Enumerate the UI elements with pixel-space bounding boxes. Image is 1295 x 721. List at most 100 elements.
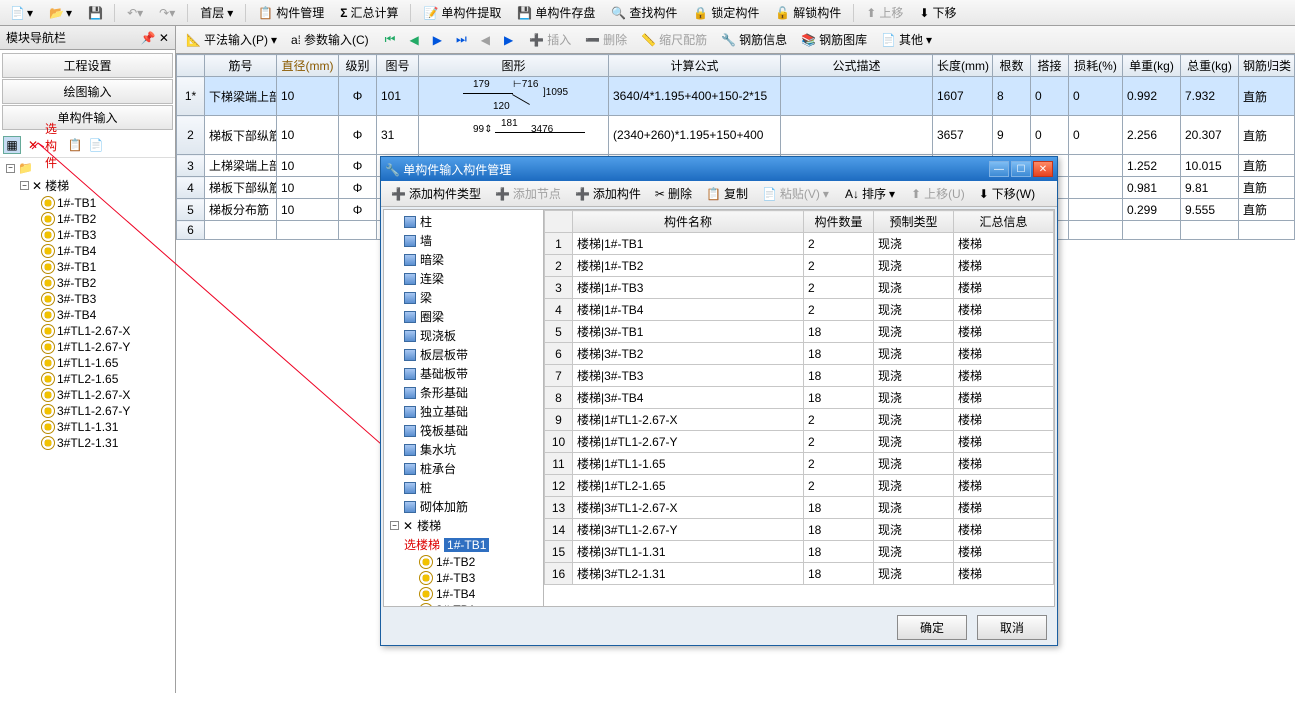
tree-item[interactable]: 3#TL1-1.31 bbox=[2, 419, 175, 435]
selected-tree-item[interactable]: 1#-TB1 bbox=[444, 538, 489, 552]
type-tree-item[interactable]: 梁 bbox=[386, 288, 541, 307]
type-tree-item[interactable]: 1#-TB3 bbox=[386, 570, 541, 586]
column-header[interactable]: 筋号 bbox=[205, 55, 277, 77]
dialog-type-tree[interactable]: 柱墙暗梁连梁梁圈梁现浇板板层板带基础板带条形基础独立基础筏板基础集水坑桩承台桩砌… bbox=[384, 210, 544, 606]
floor-selector[interactable]: 首层 ▾ bbox=[194, 2, 239, 23]
tree-item[interactable]: 1#-TB4 bbox=[2, 243, 175, 259]
collapse-icon[interactable]: − bbox=[6, 164, 15, 173]
type-tree-item[interactable]: 集水坑 bbox=[386, 440, 541, 459]
tree-item[interactable]: 1#TL2-1.65 bbox=[2, 371, 175, 387]
dialog-grid-row[interactable]: 4楼梯|1#-TB42现浇楼梯 bbox=[545, 299, 1054, 321]
type-tree-item[interactable]: 砌体加筋 bbox=[386, 497, 541, 516]
dialog-grid-row[interactable]: 16楼梯|3#TL2-1.3118现浇楼梯 bbox=[545, 563, 1054, 585]
ok-button[interactable]: 确定 bbox=[897, 615, 967, 640]
column-header[interactable]: 直径(mm) bbox=[277, 55, 339, 77]
nav-prev2[interactable]: ◀ bbox=[475, 31, 496, 49]
column-header[interactable]: 搭接 bbox=[1031, 55, 1069, 77]
type-tree-item[interactable]: 暗梁 bbox=[386, 250, 541, 269]
dialog-grid-row[interactable]: 11楼梯|1#TL1-1.652现浇楼梯 bbox=[545, 453, 1054, 475]
type-tree-item[interactable]: 现浇板 bbox=[386, 326, 541, 345]
dialog-grid-row[interactable]: 13楼梯|3#TL1-2.67-X18现浇楼梯 bbox=[545, 497, 1054, 519]
dialog-grid-row[interactable]: 7楼梯|3#-TB318现浇楼梯 bbox=[545, 365, 1054, 387]
grid-row[interactable]: 1*下梯梁端上部纵筋10Φ101⊢716179120]10953640/4*1.… bbox=[177, 77, 1295, 116]
tree-item[interactable]: 1#-TB2 bbox=[2, 211, 175, 227]
dialog-grid-row[interactable]: 9楼梯|1#TL1-2.67-X2现浇楼梯 bbox=[545, 409, 1054, 431]
nav-last[interactable]: ⏭ bbox=[450, 30, 473, 49]
dialog-component-grid[interactable]: 构件名称构件数量预制类型汇总信息 1楼梯|1#-TB12现浇楼梯2楼梯|1#-T… bbox=[544, 210, 1054, 606]
paste-icon[interactable]: 📄 bbox=[87, 136, 105, 154]
sort-button[interactable]: A↓ 排序 ▾ bbox=[839, 183, 901, 204]
tree-item[interactable]: 3#TL1-2.67-X bbox=[2, 387, 175, 403]
type-tree-item[interactable]: 桩 bbox=[386, 478, 541, 497]
unlock-button[interactable]: 🔓 解锁构件 bbox=[769, 2, 847, 23]
tree-item[interactable]: 3#TL2-1.31 bbox=[2, 435, 175, 451]
column-header[interactable]: 钢筋归类 bbox=[1239, 55, 1295, 77]
insert-button[interactable]: ➕ 插入 bbox=[523, 29, 577, 50]
column-header[interactable]: 构件数量 bbox=[804, 211, 874, 233]
column-header[interactable]: 损耗(%) bbox=[1069, 55, 1123, 77]
flat-input-button[interactable]: 📐 平法输入(P) ▾ bbox=[180, 29, 283, 50]
copy-icon[interactable]: 📋 bbox=[66, 136, 84, 154]
rebar-library-button[interactable]: 📚 钢筋图库 bbox=[795, 29, 873, 50]
pin-icon[interactable]: 📌 ✕ bbox=[141, 31, 169, 45]
delete-button[interactable]: ✂ 删除 bbox=[649, 183, 698, 204]
nav-next2[interactable]: ▶ bbox=[498, 31, 519, 49]
type-tree-item[interactable]: 桩承台 bbox=[386, 459, 541, 478]
column-header[interactable]: 预制类型 bbox=[874, 211, 954, 233]
move-down-button[interactable]: ⬇ 下移 bbox=[913, 2, 962, 23]
param-input-button[interactable]: a⁞ 参数输入(C) bbox=[285, 29, 375, 50]
extract-button[interactable]: 📝 单构件提取 bbox=[417, 2, 507, 23]
dialog-grid-row[interactable]: 15楼梯|3#TL1-1.3118现浇楼梯 bbox=[545, 541, 1054, 563]
column-header[interactable]: 汇总信息 bbox=[954, 211, 1054, 233]
add-node-button[interactable]: ➕ 添加节点 bbox=[489, 183, 567, 204]
dialog-grid-row[interactable]: 14楼梯|3#TL1-2.67-Y18现浇楼梯 bbox=[545, 519, 1054, 541]
dialog-grid-row[interactable]: 6楼梯|3#-TB218现浇楼梯 bbox=[545, 343, 1054, 365]
column-header[interactable]: 公式描述 bbox=[781, 55, 933, 77]
paste-button[interactable]: 📄 粘贴(V) ▾ bbox=[756, 183, 835, 204]
add-component-button[interactable]: ➕ 添加构件 bbox=[569, 183, 647, 204]
dialog-grid-row[interactable]: 5楼梯|3#-TB118现浇楼梯 bbox=[545, 321, 1054, 343]
column-header[interactable]: 总重(kg) bbox=[1181, 55, 1239, 77]
dialog-grid-row[interactable]: 3楼梯|1#-TB32现浇楼梯 bbox=[545, 277, 1054, 299]
type-tree-item[interactable]: 条形基础 bbox=[386, 383, 541, 402]
move-up-button[interactable]: ⬆ 上移 bbox=[860, 2, 909, 23]
type-tree-item[interactable]: 1#-TB4 bbox=[386, 586, 541, 602]
dlg-move-down[interactable]: ⬇ 下移(W) bbox=[973, 183, 1041, 204]
column-header[interactable]: 根数 bbox=[993, 55, 1031, 77]
maximize-button[interactable]: ☐ bbox=[1011, 161, 1031, 177]
tree-item[interactable]: 3#-TB3 bbox=[2, 291, 175, 307]
column-header[interactable]: 计算公式 bbox=[609, 55, 781, 77]
tree-item[interactable]: 1#-TB1 bbox=[2, 195, 175, 211]
nav-draw-input[interactable]: 绘图输入 bbox=[2, 79, 173, 104]
tree-item[interactable]: 1#TL1-1.65 bbox=[2, 355, 175, 371]
cancel-button[interactable]: 取消 bbox=[977, 615, 1047, 640]
add-type-button[interactable]: ➕ 添加构件类型 bbox=[385, 183, 487, 204]
close-button[interactable]: ✕ bbox=[1033, 161, 1053, 177]
scale-rebar-button[interactable]: 📏 缩尺配筋 bbox=[635, 29, 713, 50]
type-tree-item[interactable]: 柱 bbox=[386, 212, 541, 231]
collapse-icon[interactable]: − bbox=[20, 181, 29, 190]
column-header[interactable]: 级别 bbox=[339, 55, 377, 77]
type-tree-item[interactable]: 圈梁 bbox=[386, 307, 541, 326]
column-header[interactable]: 构件名称 bbox=[573, 211, 804, 233]
nav-next[interactable]: ▶ bbox=[427, 31, 448, 49]
type-tree-item[interactable]: 板层板带 bbox=[386, 345, 541, 364]
tree-item[interactable]: 3#-TB1 bbox=[2, 259, 175, 275]
archive-button[interactable]: 💾 单构件存盘 bbox=[511, 2, 601, 23]
component-manage-button[interactable]: 📋 构件管理 bbox=[252, 2, 330, 23]
dialog-titlebar[interactable]: 🔧 单构件输入构件管理 — ☐ ✕ bbox=[381, 157, 1057, 181]
find-button[interactable]: 🔍 查找构件 bbox=[605, 2, 683, 23]
delete-icon[interactable]: ✕ bbox=[24, 136, 42, 154]
type-tree-item[interactable]: 1#-TB2 bbox=[386, 554, 541, 570]
column-header[interactable]: 长度(mm) bbox=[933, 55, 993, 77]
save-button[interactable]: 💾 bbox=[82, 4, 108, 22]
minimize-button[interactable]: — bbox=[989, 161, 1009, 177]
dialog-grid-row[interactable]: 12楼梯|1#TL2-1.652现浇楼梯 bbox=[545, 475, 1054, 497]
copy-button[interactable]: 📋 复制 bbox=[700, 183, 754, 204]
tree-item[interactable]: 3#-TB4 bbox=[2, 307, 175, 323]
redo-button[interactable]: ↷▾ bbox=[153, 4, 181, 22]
rebar-info-button[interactable]: 🔧 钢筋信息 bbox=[715, 29, 793, 50]
props-icon[interactable]: ▦ bbox=[3, 136, 21, 154]
tree-item[interactable]: 1#TL1-2.67-Y bbox=[2, 339, 175, 355]
component-tree[interactable]: −📁 −✕ 楼梯 1#-TB1 1#-TB2 1#-TB3 1#-TB4 3#-… bbox=[0, 158, 175, 693]
